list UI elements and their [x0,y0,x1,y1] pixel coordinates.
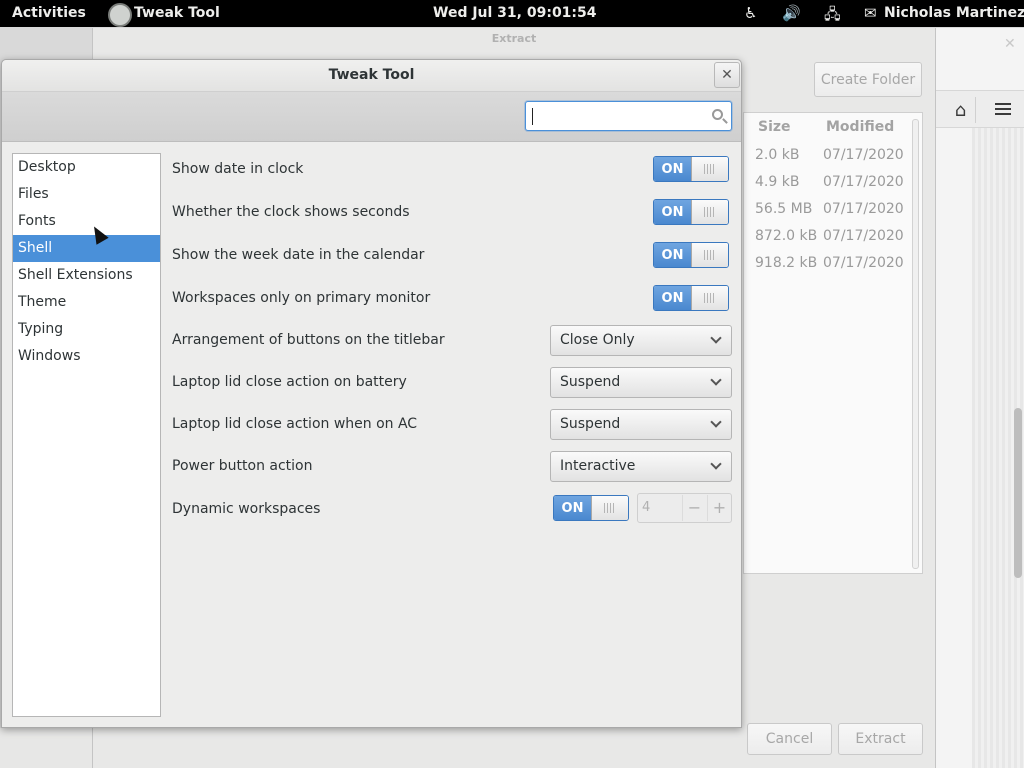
dropdown-value: Interactive [560,458,636,474]
clock[interactable]: Wed Jul 31, 09:01:54 [433,5,597,21]
chevron-down-icon [710,416,722,428]
file-list-scrollbar[interactable] [912,119,919,569]
column-header-size[interactable]: Size [758,119,791,135]
sidebar-item-typing[interactable]: Typing [13,316,160,343]
switch-knob [590,496,628,520]
tweak-tool-app-icon[interactable] [108,3,132,27]
file-manager-scrollbar[interactable] [1014,408,1022,578]
file-row[interactable]: 2.0 kB 07/17/2020 [744,143,922,170]
chevron-down-icon [710,374,722,386]
week-date-label: Show the week date in the calendar [172,247,425,263]
lid-battery-label: Laptop lid close action on battery [172,374,407,390]
window-title: Tweak Tool [328,67,415,83]
extract-button[interactable]: Extract [838,723,923,755]
switch-on-label: ON [554,496,591,520]
user-icon[interactable]: ✉ [864,4,877,22]
file-size: 918.2 kB [755,255,818,271]
power-button-label: Power button action [172,458,313,474]
file-size: 872.0 kB [755,228,818,244]
dropdown-value: Suspend [560,416,621,432]
titlebar-buttons-dropdown[interactable]: Close Only [550,325,732,356]
search-bar [2,92,741,142]
show-date-label: Show date in clock [172,161,304,177]
workspace-count-spinner: 4 − + [637,493,732,523]
category-sidebar: Desktop Files Fonts Shell Shell Extensio… [12,153,161,717]
file-row[interactable]: 4.9 kB 07/17/2020 [744,170,922,197]
sidebar-item-windows[interactable]: Windows [13,343,160,370]
file-row[interactable]: 918.2 kB 07/17/2020 [744,251,922,278]
lid-battery-dropdown[interactable]: Suspend [550,367,732,398]
column-header-modified[interactable]: Modified [826,119,894,135]
file-modified: 07/17/2020 [823,174,904,190]
background-window-strip [0,728,92,768]
file-modified: 07/17/2020 [823,147,904,163]
switch-knob [690,243,728,267]
sidebar-item-shell-extensions[interactable]: Shell Extensions [13,262,160,289]
volume-icon[interactable]: 🔊 [782,4,801,22]
chevron-down-icon [710,458,722,470]
search-field[interactable] [525,101,732,131]
file-size: 56.5 MB [755,201,813,217]
dropdown-value: Close Only [560,332,635,348]
clock-seconds-label: Whether the clock shows seconds [172,204,410,220]
titlebar[interactable]: Tweak Tool ✕ [2,60,741,92]
dropdown-value: Suspend [560,374,621,390]
file-size: 2.0 kB [755,147,800,163]
workspaces-primary-label: Workspaces only on primary monitor [172,290,431,306]
week-date-switch[interactable]: ON [653,242,729,268]
lid-ac-label: Laptop lid close action when on AC [172,416,418,432]
search-input[interactable] [530,105,700,127]
switch-knob [690,286,728,310]
create-folder-button[interactable]: Create Folder [814,62,922,97]
close-icon[interactable]: ✕ [1004,36,1016,52]
show-date-switch[interactable]: ON [653,156,729,182]
switch-on-label: ON [654,286,691,310]
accessibility-icon[interactable]: ♿ [744,4,757,22]
switch-knob [690,200,728,224]
file-row[interactable]: 56.5 MB 07/17/2020 [744,197,922,224]
file-modified: 07/17/2020 [823,201,904,217]
text-caret [532,108,533,125]
menu-icon[interactable] [990,97,1016,123]
sidebar-item-files[interactable]: Files [13,181,160,208]
file-list: Size Modified 2.0 kB 07/17/2020 4.9 kB 0… [743,112,923,574]
home-icon[interactable]: ⌂ [946,97,976,123]
power-button-dropdown[interactable]: Interactive [550,451,732,482]
network-icon[interactable]: 🖧 [824,4,841,29]
increment-button[interactable]: + [707,495,731,521]
cancel-button[interactable]: Cancel [747,723,832,755]
switch-on-label: ON [654,200,691,224]
file-modified: 07/17/2020 [823,228,904,244]
tweak-tool-window: Tweak Tool ✕ Desktop Files Fonts Shell S… [1,59,742,728]
extract-window-title: Extract [491,32,537,45]
search-icon [712,109,723,120]
chevron-down-icon [710,332,722,344]
dynamic-workspaces-label: Dynamic workspaces [172,501,321,517]
close-button[interactable]: ✕ [714,62,740,88]
file-manager-window: ✕ ⌂ [936,28,1024,768]
activities-button[interactable]: Activities [12,5,86,21]
file-modified: 07/17/2020 [823,255,904,271]
sidebar-item-shell[interactable]: Shell [13,235,160,262]
user-menu[interactable]: Nicholas Martinez [884,5,1024,21]
sidebar-item-desktop[interactable]: Desktop [13,154,160,181]
switch-on-label: ON [654,157,691,181]
sidebar-item-theme[interactable]: Theme [13,289,160,316]
clock-seconds-switch[interactable]: ON [653,199,729,225]
sidebar-item-fonts[interactable]: Fonts [13,208,160,235]
file-manager-toolbar: ⌂ [936,90,1024,128]
file-size: 4.9 kB [755,174,800,190]
titlebar-buttons-label: Arrangement of buttons on the titlebar [172,332,445,348]
dynamic-workspaces-switch[interactable]: ON [553,495,629,521]
switch-on-label: ON [654,243,691,267]
lid-ac-dropdown[interactable]: Suspend [550,409,732,440]
switch-knob [690,157,728,181]
top-panel: Activities Tweak Tool Wed Jul 31, 09:01:… [0,0,1024,27]
file-row[interactable]: 872.0 kB 07/17/2020 [744,224,922,251]
workspaces-primary-switch[interactable]: ON [653,285,729,311]
workspace-count-value[interactable]: 4 [642,500,650,515]
app-menu[interactable]: Tweak Tool [134,5,220,21]
decrement-button[interactable]: − [682,495,706,521]
